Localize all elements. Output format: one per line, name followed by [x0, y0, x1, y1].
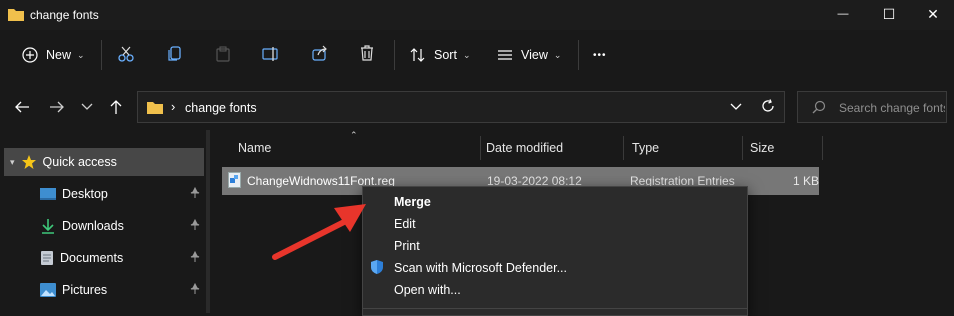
menu-item-scan-defender[interactable]: Scan with Microsoft Defender... — [394, 261, 567, 275]
sort-icon — [410, 48, 425, 62]
new-label: New — [46, 48, 72, 62]
forward-arrow-icon[interactable] — [49, 100, 65, 114]
column-header-date-modified[interactable]: Date modified — [486, 136, 563, 160]
pictures-icon — [40, 283, 56, 297]
nav-downloads[interactable]: Downloads — [0, 212, 204, 240]
menu-separator — [363, 308, 747, 309]
column-divider[interactable] — [742, 136, 743, 160]
nav-desktop[interactable]: Desktop — [0, 180, 204, 208]
maximize-button[interactable]: ☐ — [866, 0, 912, 28]
view-icon — [498, 50, 512, 60]
view-label: View — [521, 48, 548, 62]
column-divider[interactable] — [822, 136, 823, 160]
rename-icon[interactable] — [262, 46, 280, 62]
nav-item-label: Quick access — [42, 155, 117, 169]
menu-item-print[interactable]: Print — [394, 239, 420, 253]
pin-icon — [190, 251, 200, 262]
title-bar — [0, 0, 954, 30]
nav-item-label: Documents — [60, 251, 124, 265]
chevron-down-icon: ⌄ — [553, 49, 562, 60]
annotation-arrow-icon — [272, 204, 366, 260]
more-options-button[interactable]: ••• — [593, 42, 607, 68]
nav-item-label: Pictures — [62, 283, 108, 297]
column-divider[interactable] — [480, 136, 481, 160]
nav-documents[interactable]: Documents — [0, 244, 204, 272]
nav-item-label: Desktop — [62, 187, 108, 201]
column-header-type[interactable]: Type — [632, 136, 659, 160]
more-icon: ••• — [593, 49, 607, 61]
nav-item-label: Downloads — [62, 219, 124, 233]
file-size: 1 KB — [793, 174, 820, 188]
maximize-icon: ☐ — [882, 5, 896, 22]
cut-icon[interactable] — [118, 46, 134, 62]
pin-icon — [190, 187, 200, 198]
column-header-size[interactable]: Size — [750, 136, 774, 160]
breadcrumb-folder[interactable]: change fonts — [185, 101, 257, 115]
nav-quick-access[interactable]: ▾ Quick access — [4, 148, 204, 176]
toolbar-divider — [394, 40, 395, 70]
share-icon[interactable] — [312, 45, 328, 61]
menu-item-merge[interactable]: Merge — [394, 195, 431, 209]
back-arrow-icon[interactable] — [14, 100, 30, 114]
refresh-icon[interactable] — [761, 99, 775, 113]
pin-icon — [190, 219, 200, 230]
chevron-down-icon: ⌄ — [462, 49, 471, 60]
menu-item-edit[interactable]: Edit — [394, 217, 416, 231]
new-icon — [22, 47, 38, 63]
nav-scrollbar[interactable] — [206, 130, 210, 313]
search-icon — [812, 100, 826, 114]
window-title: change fonts — [30, 8, 99, 22]
documents-icon — [41, 251, 53, 265]
delete-icon[interactable] — [360, 45, 374, 61]
nav-pictures[interactable]: Pictures — [0, 276, 204, 304]
minimize-icon: — — [837, 8, 849, 20]
chevron-down-icon: ▾ — [10, 156, 15, 167]
chevron-down-icon: ⌄ — [77, 49, 85, 60]
desktop-icon — [40, 188, 56, 200]
toolbar-divider — [101, 40, 102, 70]
up-arrow-icon[interactable] — [109, 99, 123, 115]
command-bar — [0, 30, 954, 80]
new-button[interactable]: New ⌄ — [22, 42, 85, 68]
column-divider[interactable] — [623, 136, 624, 160]
sort-ascending-icon: ⌃ — [350, 130, 358, 140]
menu-item-open-with[interactable]: Open with... — [394, 283, 461, 297]
toolbar-divider — [578, 40, 579, 70]
paste-icon[interactable] — [216, 46, 230, 62]
close-button[interactable]: ✕ — [910, 0, 954, 28]
view-button[interactable]: View ⌄ — [497, 42, 561, 68]
download-icon — [42, 219, 54, 234]
minimize-button[interactable]: — — [820, 0, 866, 28]
chevron-down-icon[interactable] — [730, 102, 742, 112]
sort-label: Sort — [434, 48, 457, 62]
search-placeholder: Search change fonts — [839, 101, 945, 115]
column-header-name[interactable]: Name — [238, 136, 271, 160]
copy-icon[interactable] — [168, 46, 182, 62]
sort-button[interactable]: Sort ⌄ — [410, 42, 470, 68]
folder-icon — [147, 102, 163, 114]
close-icon: ✕ — [927, 5, 939, 22]
star-icon — [21, 155, 36, 169]
recent-locations-chevron-icon[interactable] — [81, 102, 93, 112]
registry-file-icon — [228, 172, 241, 188]
pin-icon — [190, 283, 200, 294]
folder-icon — [8, 9, 24, 21]
breadcrumb-separator: › — [171, 99, 176, 114]
